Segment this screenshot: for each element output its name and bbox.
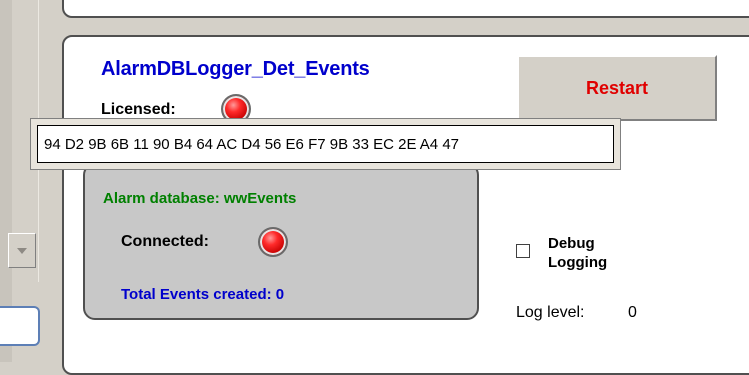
licensed-label: Licensed: <box>101 101 176 118</box>
left-input-field[interactable] <box>0 306 40 346</box>
log-level-value: 0 <box>628 304 637 321</box>
connected-status-led-icon <box>258 227 288 257</box>
database-name-label: Alarm database: wwEvents <box>103 190 297 207</box>
connected-label: Connected: <box>121 233 209 250</box>
debug-logging-checkbox[interactable] <box>516 244 530 258</box>
debug-label-line2: Logging <box>548 254 608 271</box>
debug-label-line1: Debug <box>548 235 595 252</box>
license-key-tooltip: 94 D2 9B 6B 11 90 B4 64 AC D4 56 E6 F7 9… <box>30 118 621 170</box>
license-key-text: 94 D2 9B 6B 11 90 B4 64 AC D4 56 E6 F7 9… <box>37 125 614 163</box>
scroll-down-button[interactable] <box>8 233 36 268</box>
restart-button[interactable]: Restart <box>517 55 717 121</box>
debug-logging-label: Debug Logging <box>548 234 607 272</box>
log-level-label: Log level: <box>516 304 585 321</box>
total-events-label: Total Events created: 0 <box>121 286 285 303</box>
component-title: AlarmDBLogger_Det_Events <box>101 58 370 80</box>
top-panel <box>62 0 749 18</box>
chevron-down-icon <box>17 247 27 254</box>
